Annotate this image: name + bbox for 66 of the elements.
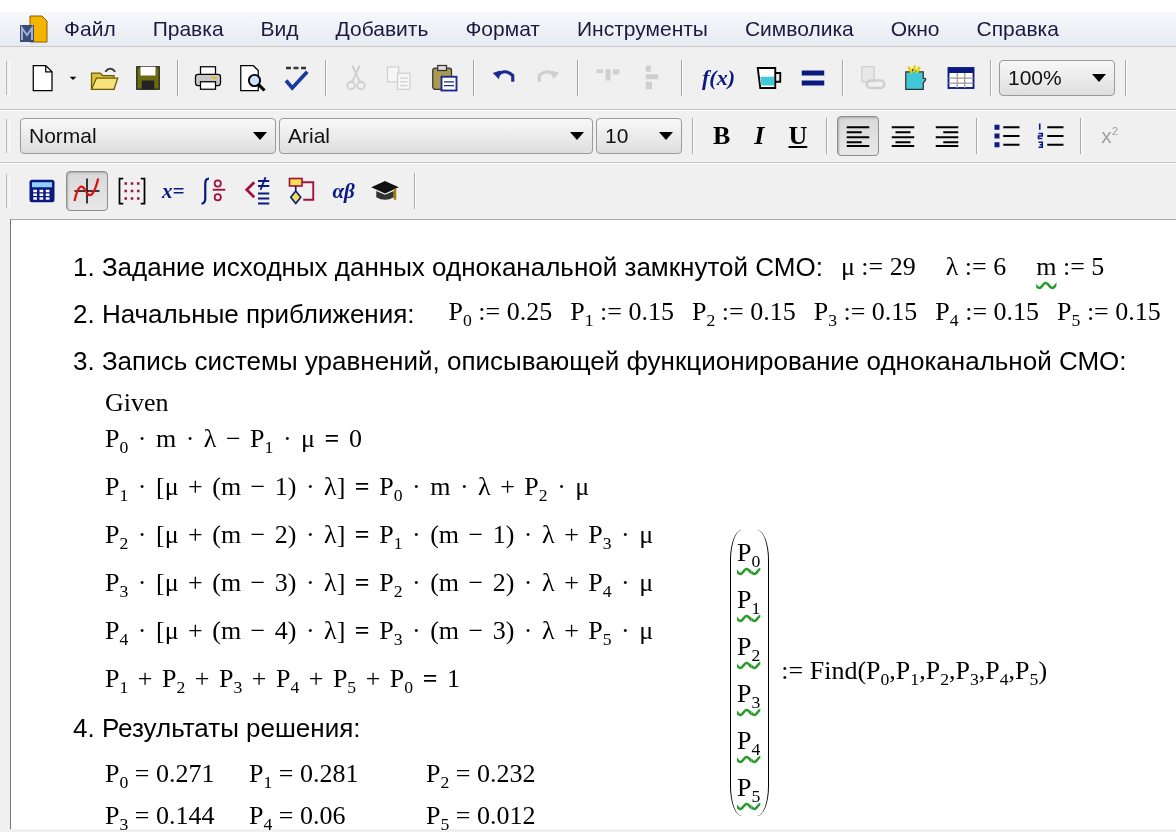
result-value: P$_{4}$ = 0.06 xyxy=(249,800,346,832)
math-definition: λ := 6 xyxy=(945,252,1007,283)
evaluation-button[interactable]: x= xyxy=(158,176,189,206)
result-value: P$_{1}$ = 0.281 xyxy=(249,758,359,794)
section-heading: 3. Запись системы уравнений, описывающей функционирование одноканальной СМО: xyxy=(73,345,1127,377)
equation: P$_{2}$ · [μ + (m − 2) · λ] = P$_{1}$ · (m − 1) · λ + P$_{3}$ · μ xyxy=(105,519,654,555)
caret-icon xyxy=(253,132,267,140)
equation: P$_{4}$ · [μ + (m − 4) · λ] = P$_{3}$ · (m − 3) · λ + P$_{5}$ · μ xyxy=(105,615,654,651)
menu-item[interactable]: Инструменты xyxy=(577,17,708,41)
vector-entry: P$_{0}$ xyxy=(737,538,761,574)
pressed-button[interactable] xyxy=(66,171,108,211)
menu-item[interactable]: Вид xyxy=(260,17,299,41)
section-heading: 2. Начальные приближения: xyxy=(73,298,415,330)
caret-icon xyxy=(570,132,584,140)
vector-entry: P$_{1}$ xyxy=(737,585,761,621)
menu-item[interactable]: Окно xyxy=(890,17,940,41)
math-definition: P$_{3}$ := 0.15 xyxy=(813,296,918,333)
save-icon[interactable] xyxy=(133,63,163,93)
font-dropdown[interactable]: Arial xyxy=(279,118,593,154)
printer-icon[interactable] xyxy=(193,63,223,93)
matrix-icon[interactable] xyxy=(117,176,147,206)
result-value: P$_{2}$ = 0.232 xyxy=(426,758,536,794)
app-logo-icon[interactable] xyxy=(18,15,48,43)
math-definition: P$_{2}$ := 0.15 xyxy=(691,296,796,333)
zoom-dropdown[interactable]: 100% xyxy=(999,60,1115,96)
menu-item[interactable]: Справка xyxy=(976,17,1059,41)
menu-item[interactable]: Добавить xyxy=(335,17,429,41)
section-heading: 4. Результаты решения: xyxy=(73,712,361,744)
greek-letters-button[interactable]: αβ xyxy=(328,176,359,206)
result-value: P$_{0}$ = 0.271 xyxy=(105,758,215,794)
menu-item[interactable]: Файл xyxy=(64,17,116,41)
style-dropdown[interactable]: Normal xyxy=(20,118,276,154)
insert-function-button[interactable]: f(x) xyxy=(698,63,739,93)
vector-entry: P$_{3}$ xyxy=(737,679,761,715)
math-definition: P$_{4}$ := 0.15 xyxy=(935,296,1040,333)
caret-icon xyxy=(659,132,673,140)
math-definition: P$_{1}$ := 0.15 xyxy=(570,296,674,333)
vector-entry: P$_{2}$ xyxy=(737,632,761,668)
math-definition: P$_{5}$ := 0.15 xyxy=(1057,296,1161,333)
math-definition: m := 5 xyxy=(1036,252,1105,283)
vector-entry: P$_{4}$ xyxy=(737,726,761,762)
find-expression: := Find(P$_{0}$,P$_{1}$,P$_{2}$,P$_{3}$,P$_{4}$,P$_{5}$) xyxy=(781,655,1048,691)
caret-icon xyxy=(1092,74,1106,82)
italic-button[interactable]: I xyxy=(750,119,769,153)
menu-item[interactable]: Правка xyxy=(152,17,224,41)
equation: P$_{0}$ · m · λ − P$_{1}$ · μ = 0 xyxy=(105,423,362,459)
given-keyword: Given xyxy=(105,388,169,418)
result-value: P$_{3}$ = 0.144 xyxy=(105,800,215,832)
equation: P$_{3}$ · [μ + (m − 3) · λ] = P$_{2}$ · (m − 2) · λ + P$_{4}$ · μ xyxy=(105,567,654,603)
math-definition: μ := 29 xyxy=(840,252,916,283)
section-heading: 1. Задание исходных данных одноканальной замкнутой СМО: xyxy=(73,251,823,283)
menu-item[interactable]: Символика xyxy=(744,17,854,41)
equation: P$_{1}$ + P$_{2}$ + P$_{3}$ + P$_{4}$ + P$_{5}$ + P$_{0}$ = 1 xyxy=(105,663,460,699)
clipboard-icon[interactable] xyxy=(429,63,459,93)
graph-icon[interactable] xyxy=(72,176,102,206)
underline-button[interactable]: U xyxy=(784,119,812,153)
size-dropdown[interactable]: 10 xyxy=(596,118,682,154)
pressed-button[interactable] xyxy=(837,116,880,156)
bold-button[interactable]: B xyxy=(709,119,735,153)
menu-item[interactable]: Формат xyxy=(465,17,540,41)
page-magnifier-icon[interactable] xyxy=(237,63,267,93)
vector-entry: P$_{5}$ xyxy=(737,773,761,809)
equation: P$_{1}$ · [μ + (m − 1) · λ] = P$_{0}$ · m · λ + P$_{2}$ · μ xyxy=(105,471,590,507)
math-definition: P$_{0}$ := 0.25 xyxy=(448,296,553,333)
numbered-list-icon[interactable] xyxy=(1036,121,1067,151)
result-value: P$_{5}$ = 0.012 xyxy=(426,800,536,832)
